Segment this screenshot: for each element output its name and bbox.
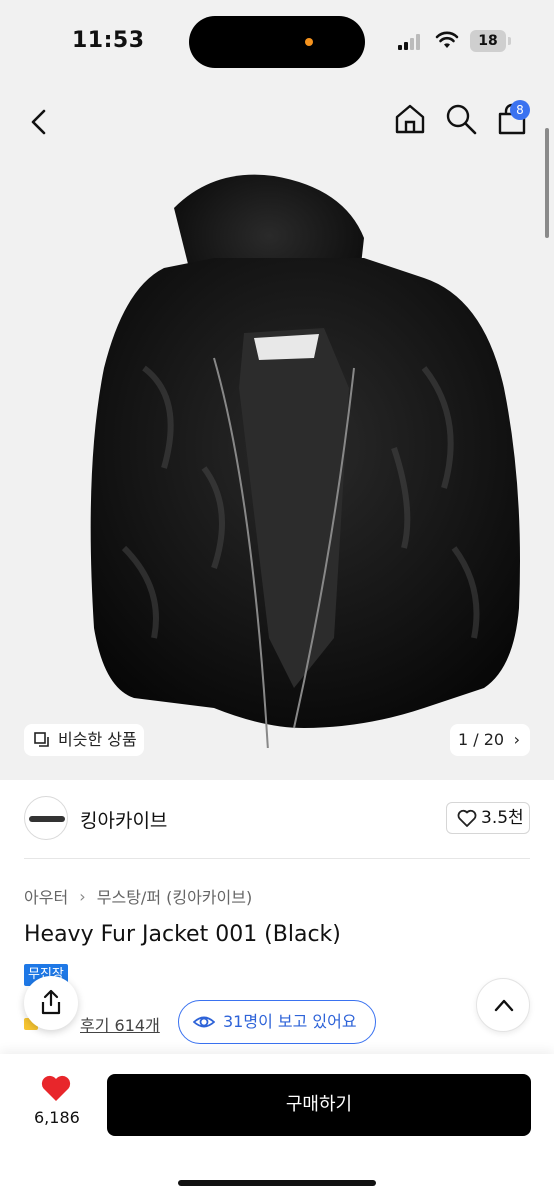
search-icon[interactable] (444, 102, 478, 136)
similar-products-button[interactable]: 비슷한 상품 (24, 724, 144, 756)
image-counter: 1 / 20 (458, 730, 505, 749)
privacy-indicator (305, 38, 313, 46)
share-icon (41, 989, 61, 1015)
breadcrumb-separator: › (79, 886, 86, 906)
brand-name[interactable]: 킹아카이브 (80, 806, 167, 833)
similar-products-label: 비슷한 상품 (58, 730, 137, 749)
status-bar: 11:53 18 (0, 0, 554, 80)
share-button[interactable] (24, 976, 78, 1030)
breadcrumb-subcategory[interactable]: 무스탕/퍼 (킹아카이브) (97, 884, 252, 908)
scroll-top-button[interactable] (476, 978, 530, 1032)
eye-icon (193, 1016, 215, 1028)
brand-like-button[interactable]: 3.5천 (446, 802, 530, 834)
home-icon[interactable] (393, 102, 427, 136)
back-icon[interactable] (24, 106, 56, 138)
bottom-action-bar: 6,186 구매하기 (0, 1054, 554, 1200)
signal-icon (398, 34, 424, 50)
favorite-count: 6,186 (34, 1108, 80, 1127)
product-gallery[interactable]: 8 비슷한 상품 1 / 20 › (0, 80, 554, 780)
cart-badge: 8 (510, 100, 530, 120)
similar-icon (34, 732, 49, 747)
viewers-badge: 31명이 보고 있어요 (178, 1000, 376, 1044)
chevron-right-icon: › (513, 730, 520, 749)
product-title: Heavy Fur Jacket 001 (Black) (24, 922, 341, 947)
product-image (90, 174, 521, 748)
scrollbar[interactable] (545, 128, 549, 238)
dynamic-island (189, 16, 365, 68)
image-counter-button[interactable]: 1 / 20 › (450, 724, 530, 756)
breadcrumb-category[interactable]: 아우터 (24, 884, 68, 908)
chevron-up-icon (494, 999, 514, 1012)
home-indicator[interactable] (178, 1180, 376, 1186)
brand-logo[interactable] (24, 796, 68, 840)
divider (24, 858, 530, 859)
breadcrumb: 아우터 › 무스탕/퍼 (킹아카이브) (24, 884, 252, 908)
review-link[interactable]: 후기 614개 (80, 1012, 160, 1036)
brand-like-count: 3.5천 (481, 808, 524, 828)
buy-button[interactable]: 구매하기 (107, 1074, 531, 1136)
heart-filled-icon[interactable] (40, 1074, 72, 1102)
viewers-text: 31명이 보고 있어요 (223, 1012, 357, 1031)
battery-tip (508, 37, 511, 45)
brand-row[interactable]: 킹아카이브 3.5천 (24, 796, 530, 842)
status-time: 11:53 (72, 28, 145, 53)
heart-outline-icon (457, 809, 477, 827)
wifi-icon (435, 31, 459, 48)
battery-indicator: 18 (470, 30, 506, 52)
